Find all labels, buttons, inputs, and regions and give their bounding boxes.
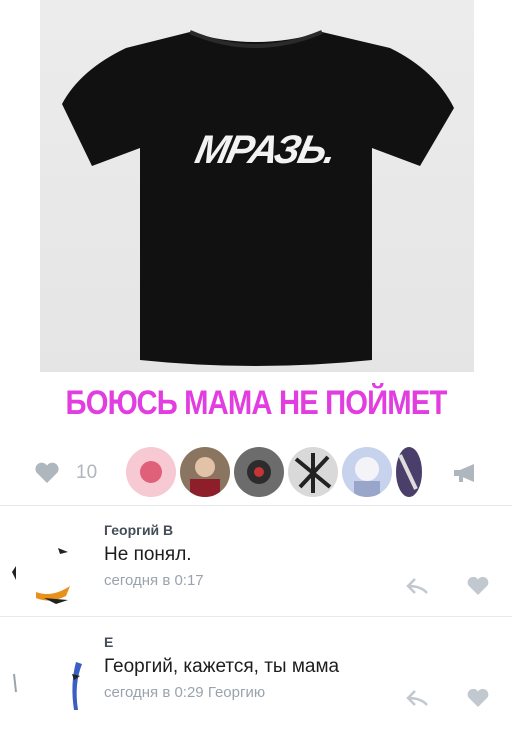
heart-icon[interactable] — [466, 688, 490, 708]
post-photo[interactable]: МРАЗЬ. — [40, 0, 474, 372]
comment-meta[interactable]: сегодня в 0:17 — [104, 572, 204, 589]
heart-icon[interactable] — [466, 576, 490, 596]
post-caption: БОЮСЬ МАМА НЕ ПОЙМЕТ — [65, 384, 448, 422]
comment-author[interactable]: Георгий В — [104, 522, 173, 538]
comment-author[interactable]: Е — [104, 634, 113, 650]
liker-avatar[interactable] — [126, 447, 176, 497]
liker-avatar[interactable] — [180, 447, 230, 497]
comment-text: Не понял. — [104, 544, 192, 565]
liker-avatar[interactable] — [342, 447, 392, 497]
liker-avatar[interactable] — [234, 447, 284, 497]
liker-avatar[interactable] — [396, 447, 422, 497]
reply-icon[interactable] — [405, 688, 431, 708]
shirt-print-text: МРАЗЬ. — [191, 128, 339, 172]
commenter-avatar[interactable] — [8, 644, 84, 720]
liker-avatar[interactable] — [288, 447, 338, 497]
comment-item: Георгий В Не понял. сегодня в 0:17 — [0, 514, 512, 624]
megaphone-icon[interactable] — [452, 462, 480, 484]
commenter-avatar[interactable] — [8, 532, 84, 608]
comment-text: Георгий, кажется, ты мама — [104, 656, 340, 677]
heart-icon[interactable] — [34, 462, 60, 484]
divider — [0, 616, 512, 617]
post-actions-bar: 10 — [0, 442, 512, 502]
comment-meta[interactable]: сегодня в 0:29 Георгию — [104, 684, 265, 701]
divider — [0, 505, 512, 506]
liker-avatars[interactable] — [126, 447, 431, 499]
reply-icon[interactable] — [405, 576, 431, 596]
tshirt-image — [62, 30, 454, 366]
like-count[interactable]: 10 — [76, 462, 97, 484]
